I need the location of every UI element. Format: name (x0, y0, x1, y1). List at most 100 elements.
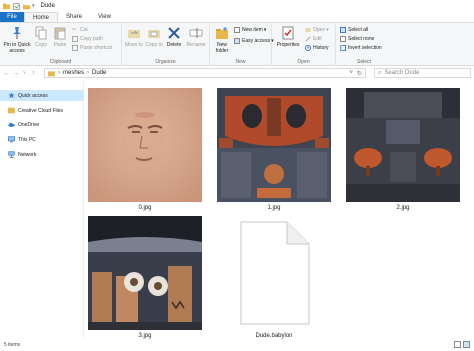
rename-icon (189, 28, 203, 38)
refresh-icon[interactable]: ↻ (357, 70, 362, 77)
network-icon (8, 151, 15, 158)
delete-icon (168, 27, 180, 39)
copy-to-button[interactable]: Copy to (144, 26, 164, 48)
history-button[interactable]: History (305, 44, 329, 52)
nav-item-onedrive[interactable]: OneDrive (0, 119, 84, 130)
forward-arrow-icon: → (12, 69, 19, 77)
details-view-icon[interactable] (454, 341, 461, 348)
cloud-icon (8, 122, 15, 127)
image-thumbnail (217, 88, 331, 202)
clipboard-group: Pin to Quick access Copy Paste ✂ Cut Copy… (0, 23, 122, 66)
select-all-icon (340, 27, 346, 33)
qa-dropdown-icon[interactable]: ▾ (32, 3, 35, 9)
invert-selection-button[interactable]: Invert selection (340, 44, 382, 52)
tab-view[interactable]: View (90, 12, 119, 22)
cut-button[interactable]: ✂ Cut (72, 26, 88, 34)
select-label: Select (357, 59, 371, 65)
file-name: 0.jpg (138, 205, 152, 211)
nav-item-this-pc[interactable]: This PC (0, 134, 84, 145)
nav-item-quick-access[interactable]: Quick access (0, 90, 84, 101)
clipboard-label: Clipboard (49, 59, 72, 65)
file-item-2-jpg[interactable]: 2.jpg (344, 88, 462, 211)
easy-access-icon (234, 38, 240, 44)
tab-file[interactable]: File (0, 12, 24, 22)
address-row: ← → ˅ ↑ › meshes › Dude ˅ ↻ ⌕ Search Dud… (0, 67, 474, 79)
new-folder-button[interactable]: New folder (211, 26, 233, 54)
file-item-0-jpg[interactable]: 0.jpg (86, 88, 204, 211)
tab-share[interactable]: Share (58, 12, 90, 22)
search-icon: ⌕ (378, 69, 382, 76)
chevron-down-icon: ˅ (23, 70, 26, 76)
document-icon (240, 221, 310, 325)
window-title: Dude (40, 3, 55, 9)
new-item-icon (234, 27, 240, 33)
file-item-3-jpg[interactable]: 3.jpg (86, 216, 204, 339)
select-group: Select all Select none Invert selection … (336, 23, 392, 66)
navigation-pane: Quick access Creative Cloud Files OneDri… (0, 81, 84, 338)
ribbon-tabs: File Home Share View (0, 12, 474, 22)
tab-home[interactable]: Home (24, 12, 59, 22)
nav-item-creative-cloud[interactable]: Creative Cloud Files (0, 105, 84, 116)
image-thumbnail (88, 88, 202, 202)
copy-to-icon (148, 30, 160, 38)
scissors-icon: ✂ (72, 27, 77, 33)
view-switcher (454, 341, 470, 348)
up-button[interactable]: ↑ (29, 68, 38, 78)
rename-button[interactable]: Rename (185, 26, 207, 48)
new-folder-quick-icon[interactable] (23, 3, 30, 10)
select-all-button[interactable]: Select all (340, 26, 368, 34)
properties-icon[interactable] (13, 2, 20, 10)
copy-icon (35, 26, 47, 40)
open-label: Open (297, 59, 310, 65)
ribbon: Pin to Quick access Copy Paste ✂ Cut Copy… (0, 22, 474, 66)
copy-path-button[interactable]: Copy path (72, 35, 103, 43)
open-group: Properties Open ▾ Edit History Open (272, 23, 336, 66)
up-arrow-icon: ↑ (31, 69, 36, 77)
breadcrumb-meshes[interactable]: meshes (63, 70, 84, 76)
paste-icon (54, 27, 66, 40)
pin-icon (13, 27, 21, 39)
dropdown-arrow-icon: ▾ (263, 27, 267, 33)
organize-label: Organize (155, 59, 176, 65)
file-list: 0.jpg 1.jpg 2.jpg 3.jpg Dude.babylon (85, 81, 474, 339)
file-item-1-jpg[interactable]: 1.jpg (215, 88, 333, 211)
delete-button[interactable]: Delete (164, 26, 184, 48)
file-item-dude-babylon[interactable]: Dude.babylon (215, 216, 333, 339)
easy-access-button[interactable]: Easy access ▾ (234, 37, 274, 45)
recent-locations-button[interactable]: ˅ (20, 68, 29, 78)
back-arrow-icon: ← (3, 69, 10, 77)
file-name: 2.jpg (396, 205, 410, 211)
breadcrumb-dude[interactable]: Dude (92, 70, 106, 76)
address-bar[interactable]: › meshes › Dude ˅ ↻ (44, 68, 366, 78)
address-dropdown-icon[interactable]: ˅ (349, 70, 353, 76)
properties-button[interactable]: Properties (275, 26, 301, 48)
new-item-button[interactable]: New item ▾ (234, 26, 266, 34)
move-to-button[interactable]: Move to (124, 26, 144, 48)
paste-button[interactable]: Paste (52, 26, 68, 48)
open-icon (305, 28, 311, 32)
breadcrumb-separator-icon: › (87, 70, 90, 76)
explorer-window: ▾ Dude File Home Share View Pin to Quick… (0, 0, 474, 351)
copy-path-icon (72, 36, 78, 42)
paste-shortcut-button[interactable]: Paste shortcut (72, 44, 112, 52)
back-button[interactable]: ← (2, 68, 11, 78)
image-thumbnail (346, 88, 460, 202)
forward-button[interactable]: → (11, 68, 20, 78)
folder-icon (48, 70, 55, 76)
computer-icon (8, 136, 15, 143)
open-button[interactable]: Open ▾ (305, 26, 329, 34)
select-none-button[interactable]: Select none (340, 35, 374, 43)
image-thumbnail (88, 216, 202, 330)
large-icons-view-icon[interactable] (463, 341, 470, 348)
breadcrumb-separator-icon: › (58, 70, 60, 76)
pin-quick-access-button[interactable]: Pin to Quick access (2, 26, 32, 54)
new-label: New (235, 59, 246, 65)
dropdown-arrow-icon: ▾ (326, 27, 329, 33)
edit-button[interactable]: Edit (305, 35, 322, 43)
search-input[interactable]: ⌕ Search Dude (374, 68, 471, 78)
copy-button[interactable]: Copy (33, 26, 49, 48)
star-icon (8, 92, 15, 99)
new-folder-icon (216, 27, 228, 39)
nav-item-network[interactable]: Network (0, 149, 84, 160)
creative-cloud-icon (8, 107, 15, 114)
